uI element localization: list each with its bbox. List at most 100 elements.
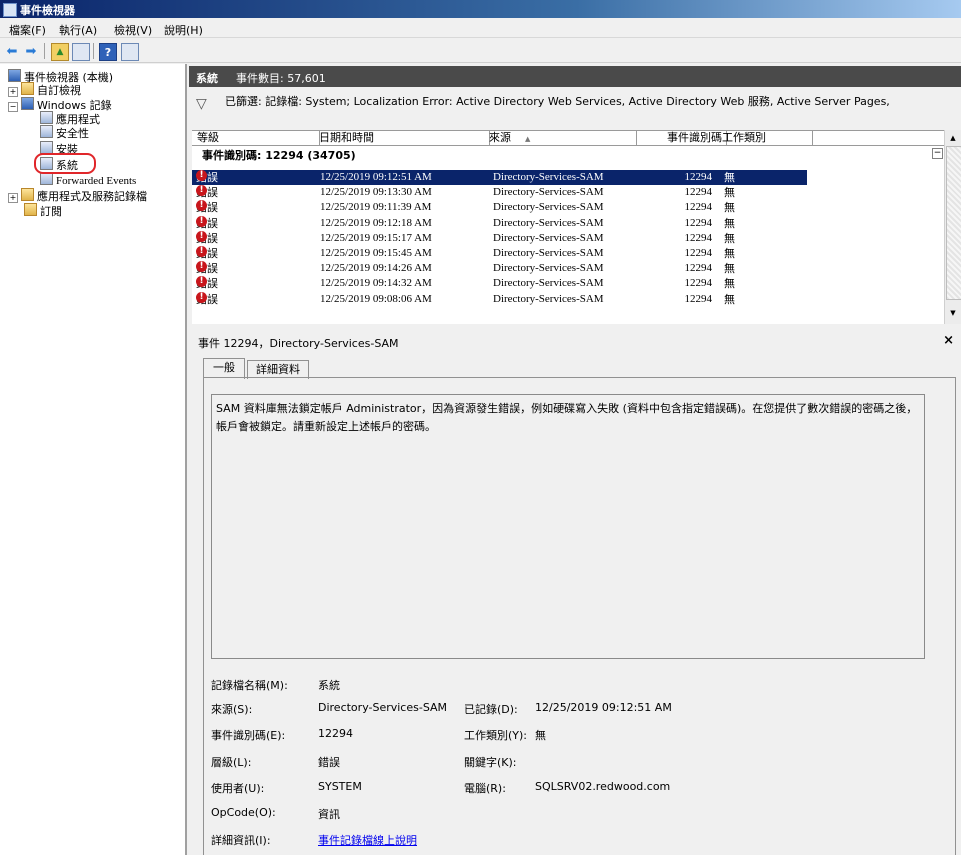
task-cell: 無 (724, 292, 735, 306)
source-cell: Directory-Services-SAM (493, 186, 604, 199)
source-cell: Directory-Services-SAM (493, 292, 604, 305)
datetime-cell: 12/25/2019 09:15:45 AM (320, 247, 432, 259)
group-header[interactable]: 事件識別碼: 12294 (34705) (202, 147, 356, 163)
column-header-event-id[interactable]: 事件識別碼 (631, 131, 727, 146)
tab-general[interactable]: 一般 (203, 358, 245, 379)
scroll-up-icon[interactable]: ▲ (946, 132, 960, 144)
tree-root[interactable]: 事件檢視器 (本機) (8, 69, 113, 84)
filter-icon: ▽ (196, 96, 207, 112)
more-info-link[interactable]: 事件記錄檔線上說明 (318, 832, 417, 848)
tree-windows-logs[interactable]: − Windows 記錄 (8, 97, 112, 112)
close-icon[interactable]: × (943, 333, 954, 348)
event-id-cell: 12294 (684, 171, 713, 183)
datetime-cell: 12/25/2019 09:08:06 AM (320, 292, 432, 305)
datetime-cell: 12/25/2019 09:14:32 AM (320, 277, 432, 290)
column-header-datetime[interactable]: 日期和時間 (314, 131, 490, 146)
level-cell: ! 錯誤 (196, 261, 218, 277)
menu-view[interactable]: 檢視(V) (114, 22, 152, 38)
tree-item-application[interactable]: 應用程式 (40, 111, 100, 126)
table-row[interactable]: ! 錯誤 12/25/2019 09:14:32 AM Directory-Serv… (192, 276, 807, 291)
tree-subscriptions-label: 訂閱 (40, 205, 62, 218)
error-icon: ! (196, 215, 207, 227)
level-label: 層級(L): (211, 756, 252, 769)
show-tree-icon[interactable] (72, 43, 90, 61)
source-value: Directory-Services-SAM (318, 701, 448, 714)
event-id-cell: 12294 (684, 216, 713, 229)
scroll-track[interactable] (946, 146, 961, 300)
window-title: 事件檢視器 (20, 4, 75, 17)
collapse-icon[interactable]: − (8, 102, 18, 112)
source-cell: Directory-Services-SAM (493, 171, 604, 183)
level-cell: ! 錯誤 (196, 246, 218, 262)
grid-scrollbar[interactable]: ▲ ▼ (944, 130, 961, 324)
event-description: SAM 資料庫無法鎖定帳戶 Administrator，因為資源發生錯誤，例如硬… (211, 394, 925, 659)
event-id-cell: 12294 (684, 292, 713, 305)
column-header-filler (807, 131, 949, 146)
table-row[interactable]: ! 錯誤 12/25/2019 09:15:45 AM Directory-Serv… (192, 246, 807, 261)
event-id-cell: 12294 (684, 231, 713, 244)
log-icon (40, 125, 53, 138)
group-collapse-icon[interactable]: − (932, 148, 943, 159)
task-cell: 無 (724, 231, 735, 245)
level-cell: ! 錯誤 (196, 215, 218, 232)
menu-action[interactable]: 執行(A) (59, 22, 97, 38)
back-icon[interactable]: ⬅ (4, 43, 20, 59)
event-id-cell: 12294 (684, 262, 713, 275)
table-row[interactable]: ! 錯誤 12/25/2019 09:14:26 AM Directory-Serv… (192, 261, 807, 276)
computer-value: SQLSRV02.redwood.com (535, 780, 671, 793)
task-category-value: 無 (535, 729, 546, 742)
menu-file[interactable]: 檔案(F) (9, 22, 46, 38)
highlight-circle (34, 153, 96, 174)
sort-ascending-icon: ▲ (525, 135, 531, 143)
level-cell: ! 錯誤 (196, 170, 218, 186)
event-id-cell: 12294 (684, 201, 713, 214)
task-cell: 無 (724, 247, 735, 260)
title-bar: 事件檢視器 (0, 0, 961, 18)
source-cell: Directory-Services-SAM (493, 231, 604, 244)
toolbar-separator (44, 43, 45, 59)
level-cell: ! 錯誤 (196, 200, 218, 216)
event-id-label: 事件識別碼(E): (211, 729, 286, 742)
source-cell: Directory-Services-SAM (493, 247, 604, 259)
expand-icon[interactable]: + (8, 87, 18, 97)
task-cell: 無 (724, 186, 735, 200)
tree-item-label: 安全性 (56, 127, 89, 140)
filter-bar: ▽ 已篩選: 記錄檔: System; Localization Error: … (189, 87, 961, 130)
column-header-task[interactable]: 工作類別 (717, 131, 813, 146)
event-id-cell: 12294 (684, 186, 713, 199)
log-icon (40, 111, 53, 124)
log-header-bar: 系統 事件數目: 57,601 (189, 66, 961, 87)
action-pane-icon[interactable] (121, 43, 139, 61)
table-row[interactable]: ! 錯誤 12/25/2019 09:13:30 AM Directory-Serv… (192, 185, 807, 200)
table-row[interactable]: ! 錯誤 12/25/2019 09:11:39 AM Directory-Serv… (192, 200, 807, 215)
help-icon[interactable]: ? (99, 43, 117, 61)
column-header-level[interactable]: 等級 (192, 131, 320, 146)
tree-subscriptions[interactable]: 訂閱 (24, 203, 62, 218)
tree-apps-services[interactable]: + 應用程式及服務記錄檔 (8, 188, 147, 203)
expand-icon[interactable]: + (8, 193, 18, 203)
scroll-down-icon[interactable]: ▼ (946, 307, 960, 319)
tree-custom-views[interactable]: + 自訂檢視 (8, 82, 81, 97)
error-icon: ! (196, 246, 207, 257)
table-row[interactable]: ! 錯誤 12/25/2019 09:12:18 AM Directory-Serv… (192, 215, 807, 232)
forward-icon[interactable]: ➡ (23, 43, 39, 59)
datetime-cell: 12/25/2019 09:15:17 AM (320, 231, 432, 244)
table-row[interactable]: ! 錯誤 12/25/2019 09:15:17 AM Directory-Serv… (192, 230, 807, 246)
table-row[interactable]: ! 錯誤 12/25/2019 09:08:06 AM Directory-Serv… (192, 291, 807, 307)
datetime-cell: 12/25/2019 09:12:51 AM (320, 171, 432, 183)
event-viewer-app-icon (3, 3, 17, 17)
source-cell: Directory-Services-SAM (493, 277, 604, 290)
table-row[interactable]: ! 錯誤 12/25/2019 09:12:51 AM Directory-Serv… (192, 170, 807, 185)
windows-logs-icon (21, 97, 34, 110)
user-label: 使用者(U): (211, 782, 265, 795)
log-name: 系統 (196, 72, 218, 85)
events-grid: 等級 日期和時間 來源 ▲ 事件識別碼 工作類別 事件識別碼: 12294 (34… (192, 130, 961, 324)
level-cell: ! 錯誤 (196, 185, 218, 201)
log-name-value: 系統 (318, 679, 340, 692)
log-name-label: 記錄檔名稱(M): (211, 679, 288, 692)
menu-help[interactable]: 說明(H) (164, 22, 203, 38)
up-icon[interactable]: ▲ (51, 43, 69, 61)
source-cell: Directory-Services-SAM (493, 216, 604, 229)
column-header-source[interactable]: 來源 ▲ (484, 131, 637, 146)
tree-item-security[interactable]: 安全性 (40, 125, 89, 140)
